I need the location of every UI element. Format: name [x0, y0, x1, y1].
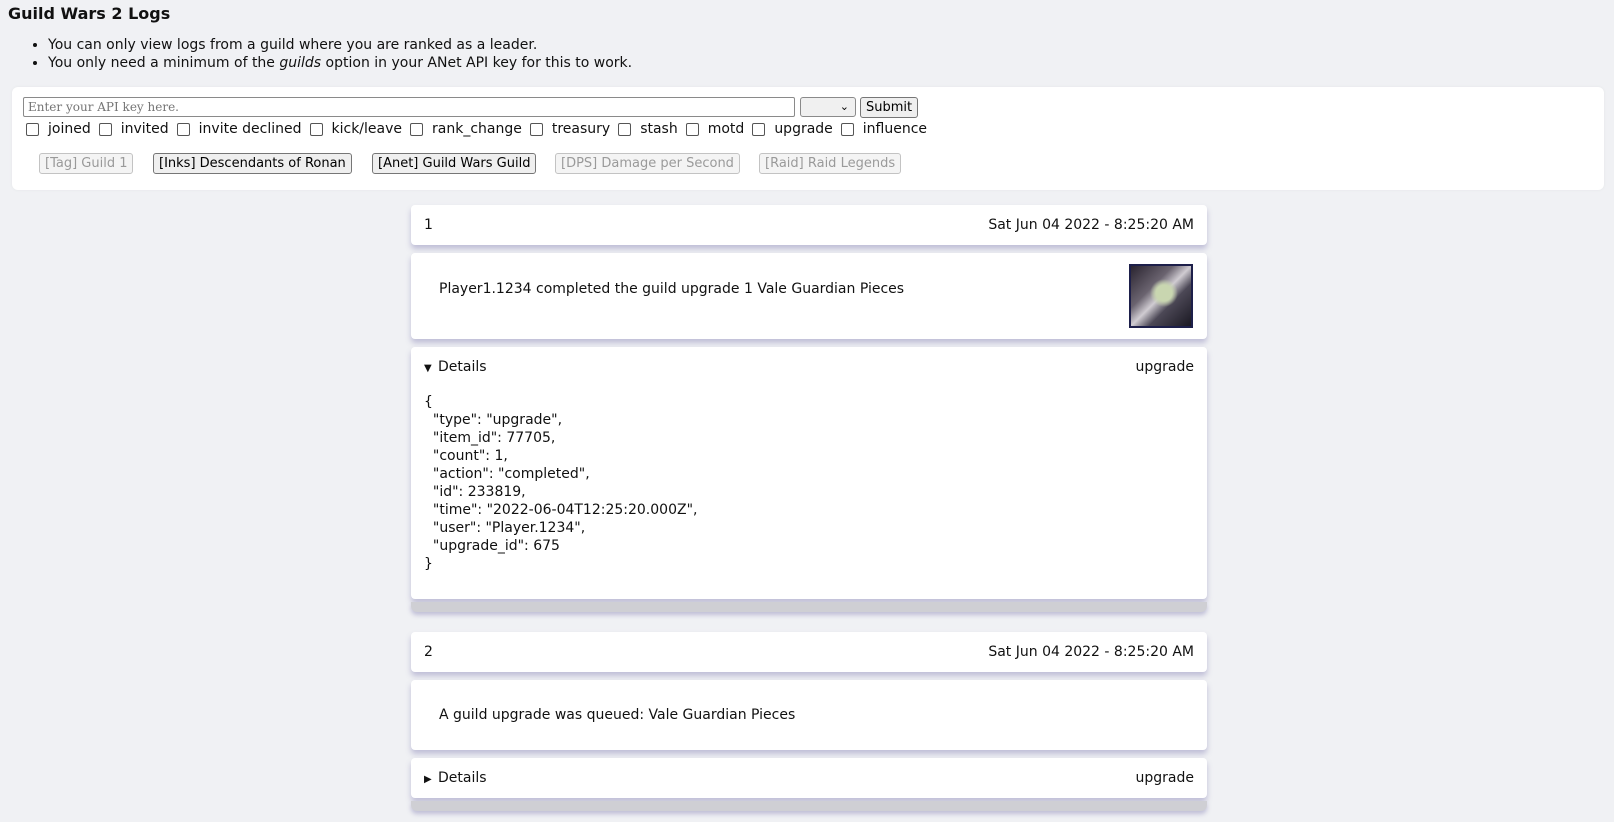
log-entry-details: ▼ Details upgrade { "type": "upgrade", "i…: [411, 347, 1207, 599]
filter-label: invited: [120, 121, 169, 137]
triangle-down-icon: ▼: [424, 363, 432, 374]
filter-checkbox[interactable]: [410, 122, 423, 136]
details-toggle[interactable]: ▶ Details: [424, 770, 487, 786]
filter-checkbox[interactable]: [752, 122, 766, 136]
filter-checkbox[interactable]: [176, 122, 190, 136]
entry-message: Player1.1234 completed the guild upgrade…: [439, 281, 905, 297]
instruction-item: You can only view logs from a guild wher…: [48, 36, 632, 54]
filter-checkbox[interactable]: [685, 122, 699, 136]
filter-checkbox[interactable]: [529, 122, 543, 136]
filter-upgrade[interactable]: upgrade: [752, 121, 833, 137]
entry-number: 1: [424, 217, 433, 233]
log-type-filters: joined invited invite declined kick/leav…: [26, 119, 935, 139]
filter-label: joined: [48, 121, 91, 137]
guild-buttons: [Tag] Guild 1 [Inks] Descendants of Rona…: [12, 153, 1604, 175]
filter-label: stash: [640, 121, 678, 137]
filter-label: upgrade: [774, 121, 833, 137]
guild-button-dps: [DPS] Damage per Second: [555, 153, 740, 174]
details-type: upgrade: [1135, 770, 1194, 786]
filter-label: rank_change: [432, 121, 522, 137]
entry-number: 2: [424, 644, 433, 660]
log-entry-header: 2 Sat Jun 04 2022 - 8:25:20 AM: [411, 632, 1207, 672]
entry-timestamp: Sat Jun 04 2022 - 8:25:20 AM: [988, 217, 1194, 233]
submit-button[interactable]: Submit: [860, 97, 919, 118]
details-label: Details: [438, 359, 487, 375]
log-entry-header: 1 Sat Jun 04 2022 - 8:25:20 AM: [411, 205, 1207, 245]
chevron-down-icon: ⌄: [839, 100, 849, 113]
filter-invite-declined[interactable]: invite declined: [176, 121, 302, 137]
log-entry-message: Player1.1234 completed the guild upgrade…: [411, 253, 1207, 339]
controls-panel: ⌄ Submit joined invited invite declined …: [12, 87, 1604, 190]
filter-label: invite declined: [198, 121, 302, 137]
guild-select[interactable]: ⌄: [800, 97, 856, 117]
filter-stash[interactable]: stash: [618, 121, 678, 137]
log-entry-details: ▶ Details upgrade: [411, 758, 1207, 798]
filter-treasury[interactable]: treasury: [529, 121, 611, 137]
filter-kick-leave[interactable]: kick/leave: [309, 121, 403, 137]
details-json: { "type": "upgrade", "item_id": 77705, "…: [424, 394, 698, 572]
instruction-emphasis: guilds: [279, 55, 322, 71]
filter-joined[interactable]: joined: [26, 121, 91, 137]
instruction-text: You only need a minimum of the: [48, 55, 280, 71]
entry-divider: [411, 801, 1207, 811]
filter-checkbox[interactable]: [618, 122, 632, 136]
filter-motd[interactable]: motd: [685, 121, 745, 137]
guild-button-anet[interactable]: [Anet] Guild Wars Guild: [372, 153, 537, 174]
filter-influence[interactable]: influence: [840, 121, 928, 137]
instruction-item: You only need a minimum of the guilds op…: [48, 54, 632, 72]
filter-label: kick/leave: [331, 121, 403, 137]
log-entry-message: A guild upgrade was queued: Vale Guardia…: [411, 680, 1207, 750]
instruction-text: You can only view logs from a guild wher…: [48, 37, 538, 53]
triangle-right-icon: ▶: [424, 774, 432, 785]
details-label: Details: [438, 770, 487, 786]
details-toggle[interactable]: ▼ Details: [424, 359, 487, 375]
vale-guardian-pieces-icon: [1129, 264, 1193, 328]
instructions-list: You can only view logs from a guild wher…: [32, 36, 632, 72]
api-key-input[interactable]: [23, 97, 795, 117]
guild-button-inks[interactable]: [Inks] Descendants of Ronan: [153, 153, 352, 174]
guild-button-raid: [Raid] Raid Legends: [759, 153, 902, 174]
entry-divider: [411, 602, 1207, 612]
filter-checkbox[interactable]: [309, 122, 323, 136]
instruction-text: option in your ANet API key for this to …: [321, 55, 633, 71]
filter-label: influence: [862, 121, 928, 137]
entry-message: A guild upgrade was queued: Vale Guardia…: [439, 707, 796, 723]
filter-label: motd: [707, 121, 745, 137]
filter-rank-change[interactable]: rank_change: [410, 121, 522, 137]
details-type: upgrade: [1135, 359, 1194, 375]
filter-checkbox[interactable]: [98, 122, 112, 136]
filter-label: treasury: [551, 121, 611, 137]
entry-timestamp: Sat Jun 04 2022 - 8:25:20 AM: [988, 644, 1194, 660]
filter-checkbox[interactable]: [26, 122, 39, 136]
filter-checkbox[interactable]: [840, 122, 854, 136]
guild-button-tag: [Tag] Guild 1: [39, 153, 134, 174]
page-title: Guild Wars 2 Logs: [8, 4, 171, 23]
filter-invited[interactable]: invited: [98, 121, 169, 137]
